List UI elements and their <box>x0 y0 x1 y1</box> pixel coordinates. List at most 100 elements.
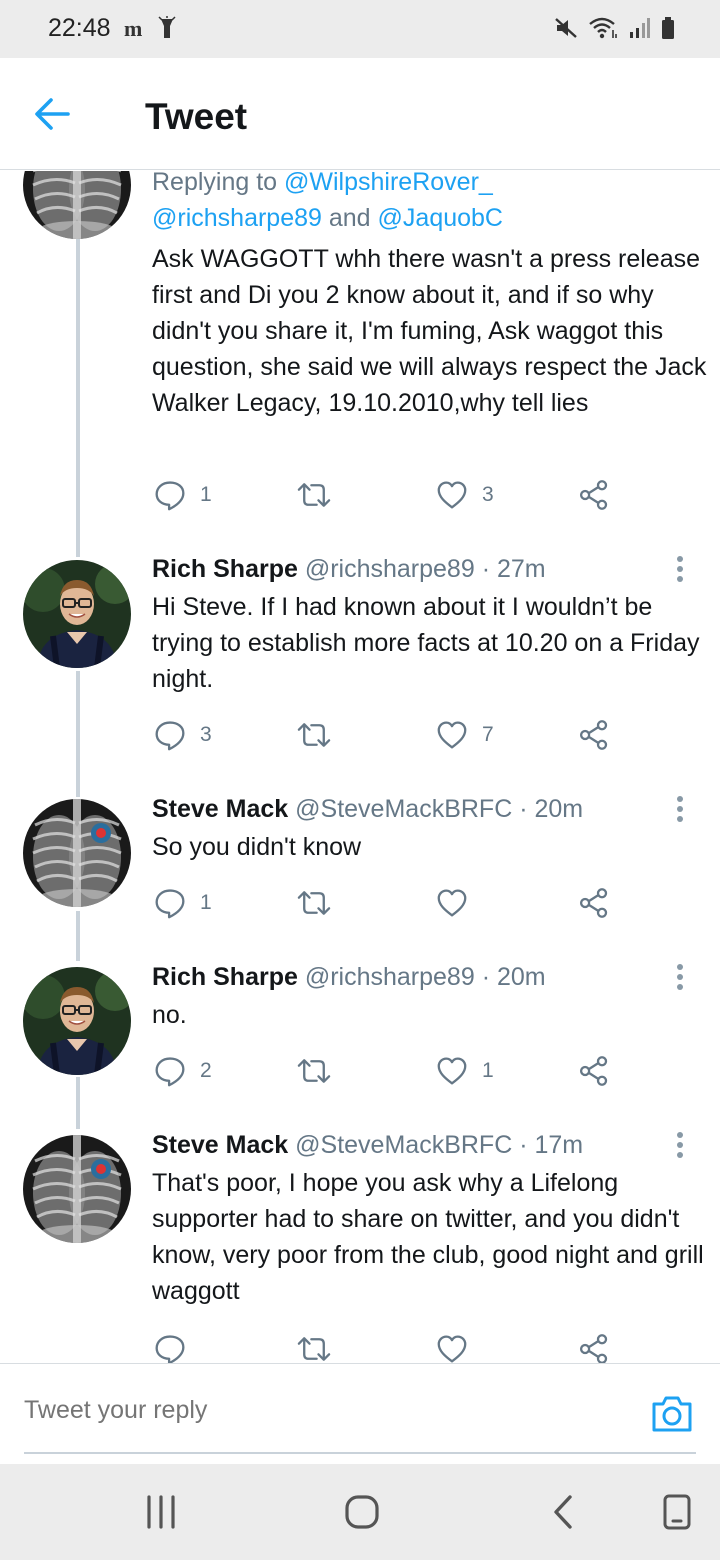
user-handle[interactable]: @richsharpe89 <box>305 963 475 991</box>
reply-count: 2 <box>200 1059 212 1082</box>
user-handle[interactable]: @SteveMackBRFC <box>295 795 512 823</box>
tweet-actions: 3 7 <box>152 715 632 755</box>
user-handle[interactable]: @richsharpe89 <box>305 555 475 583</box>
tweet-time: · 20m <box>474 963 546 991</box>
tweet-actions: 2 1 <box>152 1051 632 1091</box>
retweet-button[interactable] <box>296 715 346 755</box>
heart-icon <box>436 720 468 750</box>
share-icon <box>578 719 610 751</box>
more-options-button[interactable] <box>670 1129 690 1163</box>
thread-line <box>76 1077 80 1129</box>
tweet-thread[interactable]: Replying to @WilpshireRover_ @richsharpe… <box>0 171 720 1363</box>
tweet-time: · 17m <box>512 1131 584 1159</box>
status-bar: 22:48 m <box>0 0 720 58</box>
share-button[interactable] <box>578 475 610 515</box>
retweet-button[interactable] <box>296 883 346 923</box>
camera-button[interactable] <box>650 1394 694 1434</box>
thread-line <box>76 671 80 797</box>
heart-icon <box>436 1334 468 1363</box>
screenshot-icon <box>663 1494 691 1530</box>
tweet-header: Steve Mack @SteveMackBRFC · 20m <box>152 795 583 824</box>
like-count: 3 <box>482 483 494 506</box>
retweet-icon <box>296 1055 332 1087</box>
tweet-actions <box>152 1329 632 1363</box>
mention-link[interactable]: @richsharpe89 <box>152 204 322 232</box>
tweet-actions: 1 3 <box>152 475 632 515</box>
retweet-icon <box>296 479 332 511</box>
more-options-button[interactable] <box>670 553 690 587</box>
like-button[interactable]: 1 <box>436 1051 494 1091</box>
share-button[interactable] <box>578 715 610 755</box>
retweet-button[interactable] <box>296 475 346 515</box>
reply-count: 1 <box>200 483 212 506</box>
like-count: 1 <box>482 1059 494 1082</box>
reply-count: 3 <box>200 723 212 746</box>
page-title: Tweet <box>145 96 248 137</box>
reply-input[interactable] <box>24 1390 644 1430</box>
avatar[interactable] <box>23 1135 131 1243</box>
reply-button[interactable] <box>154 1329 200 1363</box>
signal-icon <box>630 18 650 38</box>
battery-icon <box>662 17 674 39</box>
share-icon <box>578 479 610 511</box>
retweet-icon <box>296 887 332 919</box>
reply-icon <box>154 479 186 511</box>
reply-and: and <box>321 204 378 232</box>
nav-back-button[interactable] <box>548 1494 578 1535</box>
reply-button[interactable]: 2 <box>154 1051 212 1091</box>
like-count: 7 <box>482 723 494 746</box>
share-button[interactable] <box>578 883 610 923</box>
reply-icon <box>154 1055 186 1087</box>
reply-button[interactable]: 1 <box>154 883 212 923</box>
retweet-icon <box>296 719 332 751</box>
user-handle[interactable]: @SteveMackBRFC <box>295 1131 512 1159</box>
retweet-button[interactable] <box>296 1329 346 1363</box>
avatar[interactable] <box>23 799 131 907</box>
mention-link[interactable]: @JaquobC <box>378 204 503 232</box>
reply-prefix: Replying to <box>152 171 285 196</box>
retweet-button[interactable] <box>296 1051 346 1091</box>
like-button[interactable]: 7 <box>436 715 494 755</box>
recent-apps-icon <box>147 1495 175 1529</box>
share-button[interactable] <box>578 1329 610 1363</box>
like-button[interactable] <box>436 883 482 923</box>
reply-button[interactable]: 3 <box>154 715 212 755</box>
display-name[interactable]: Rich Sharpe <box>152 963 298 991</box>
xray-badge-avatar <box>23 799 131 907</box>
more-options-button[interactable] <box>670 961 690 995</box>
mute-icon <box>555 18 577 38</box>
display-name[interactable]: Rich Sharpe <box>152 555 298 583</box>
share-button[interactable] <box>578 1051 610 1091</box>
tweet-text: Ask WAGGOTT whh there wasn't a press rel… <box>152 245 707 417</box>
like-button[interactable]: 3 <box>436 475 494 515</box>
share-icon <box>578 1333 610 1363</box>
tweet-text: Hi Steve. If I had known about it I woul… <box>152 593 700 693</box>
wifi-icon <box>589 17 617 39</box>
display-name[interactable]: Steve Mack <box>152 1131 288 1159</box>
person-avatar <box>23 560 131 668</box>
heart-icon <box>436 480 468 510</box>
recent-apps-button[interactable] <box>144 1494 178 1535</box>
display-name[interactable]: Steve Mack <box>152 795 288 823</box>
home-button[interactable] <box>344 1494 380 1535</box>
heart-icon <box>436 1056 468 1086</box>
avatar[interactable] <box>23 171 131 239</box>
reply-button[interactable]: 1 <box>154 475 212 515</box>
avatar[interactable] <box>23 560 131 668</box>
back-button[interactable] <box>32 94 80 138</box>
mention-link[interactable]: @WilpshireRover_ <box>284 171 493 196</box>
replying-to: Replying to @WilpshireRover_ @richsharpe… <box>152 171 692 236</box>
back-arrow-icon <box>35 98 70 130</box>
screenshot-button[interactable] <box>662 1494 692 1535</box>
like-button[interactable] <box>436 1329 482 1363</box>
tweet-text: no. <box>152 1001 187 1029</box>
more-options-button[interactable] <box>670 793 690 827</box>
tweet-text: So you didn't know <box>152 833 362 861</box>
telegraph-icon: m <box>124 17 142 39</box>
avatar[interactable] <box>23 967 131 1075</box>
home-icon <box>345 1495 379 1529</box>
tweet-header: Rich Sharpe @richsharpe89 · 20m <box>152 963 546 992</box>
xray-avatar <box>23 171 131 239</box>
back-icon <box>554 1495 572 1529</box>
reply-icon <box>154 887 186 919</box>
